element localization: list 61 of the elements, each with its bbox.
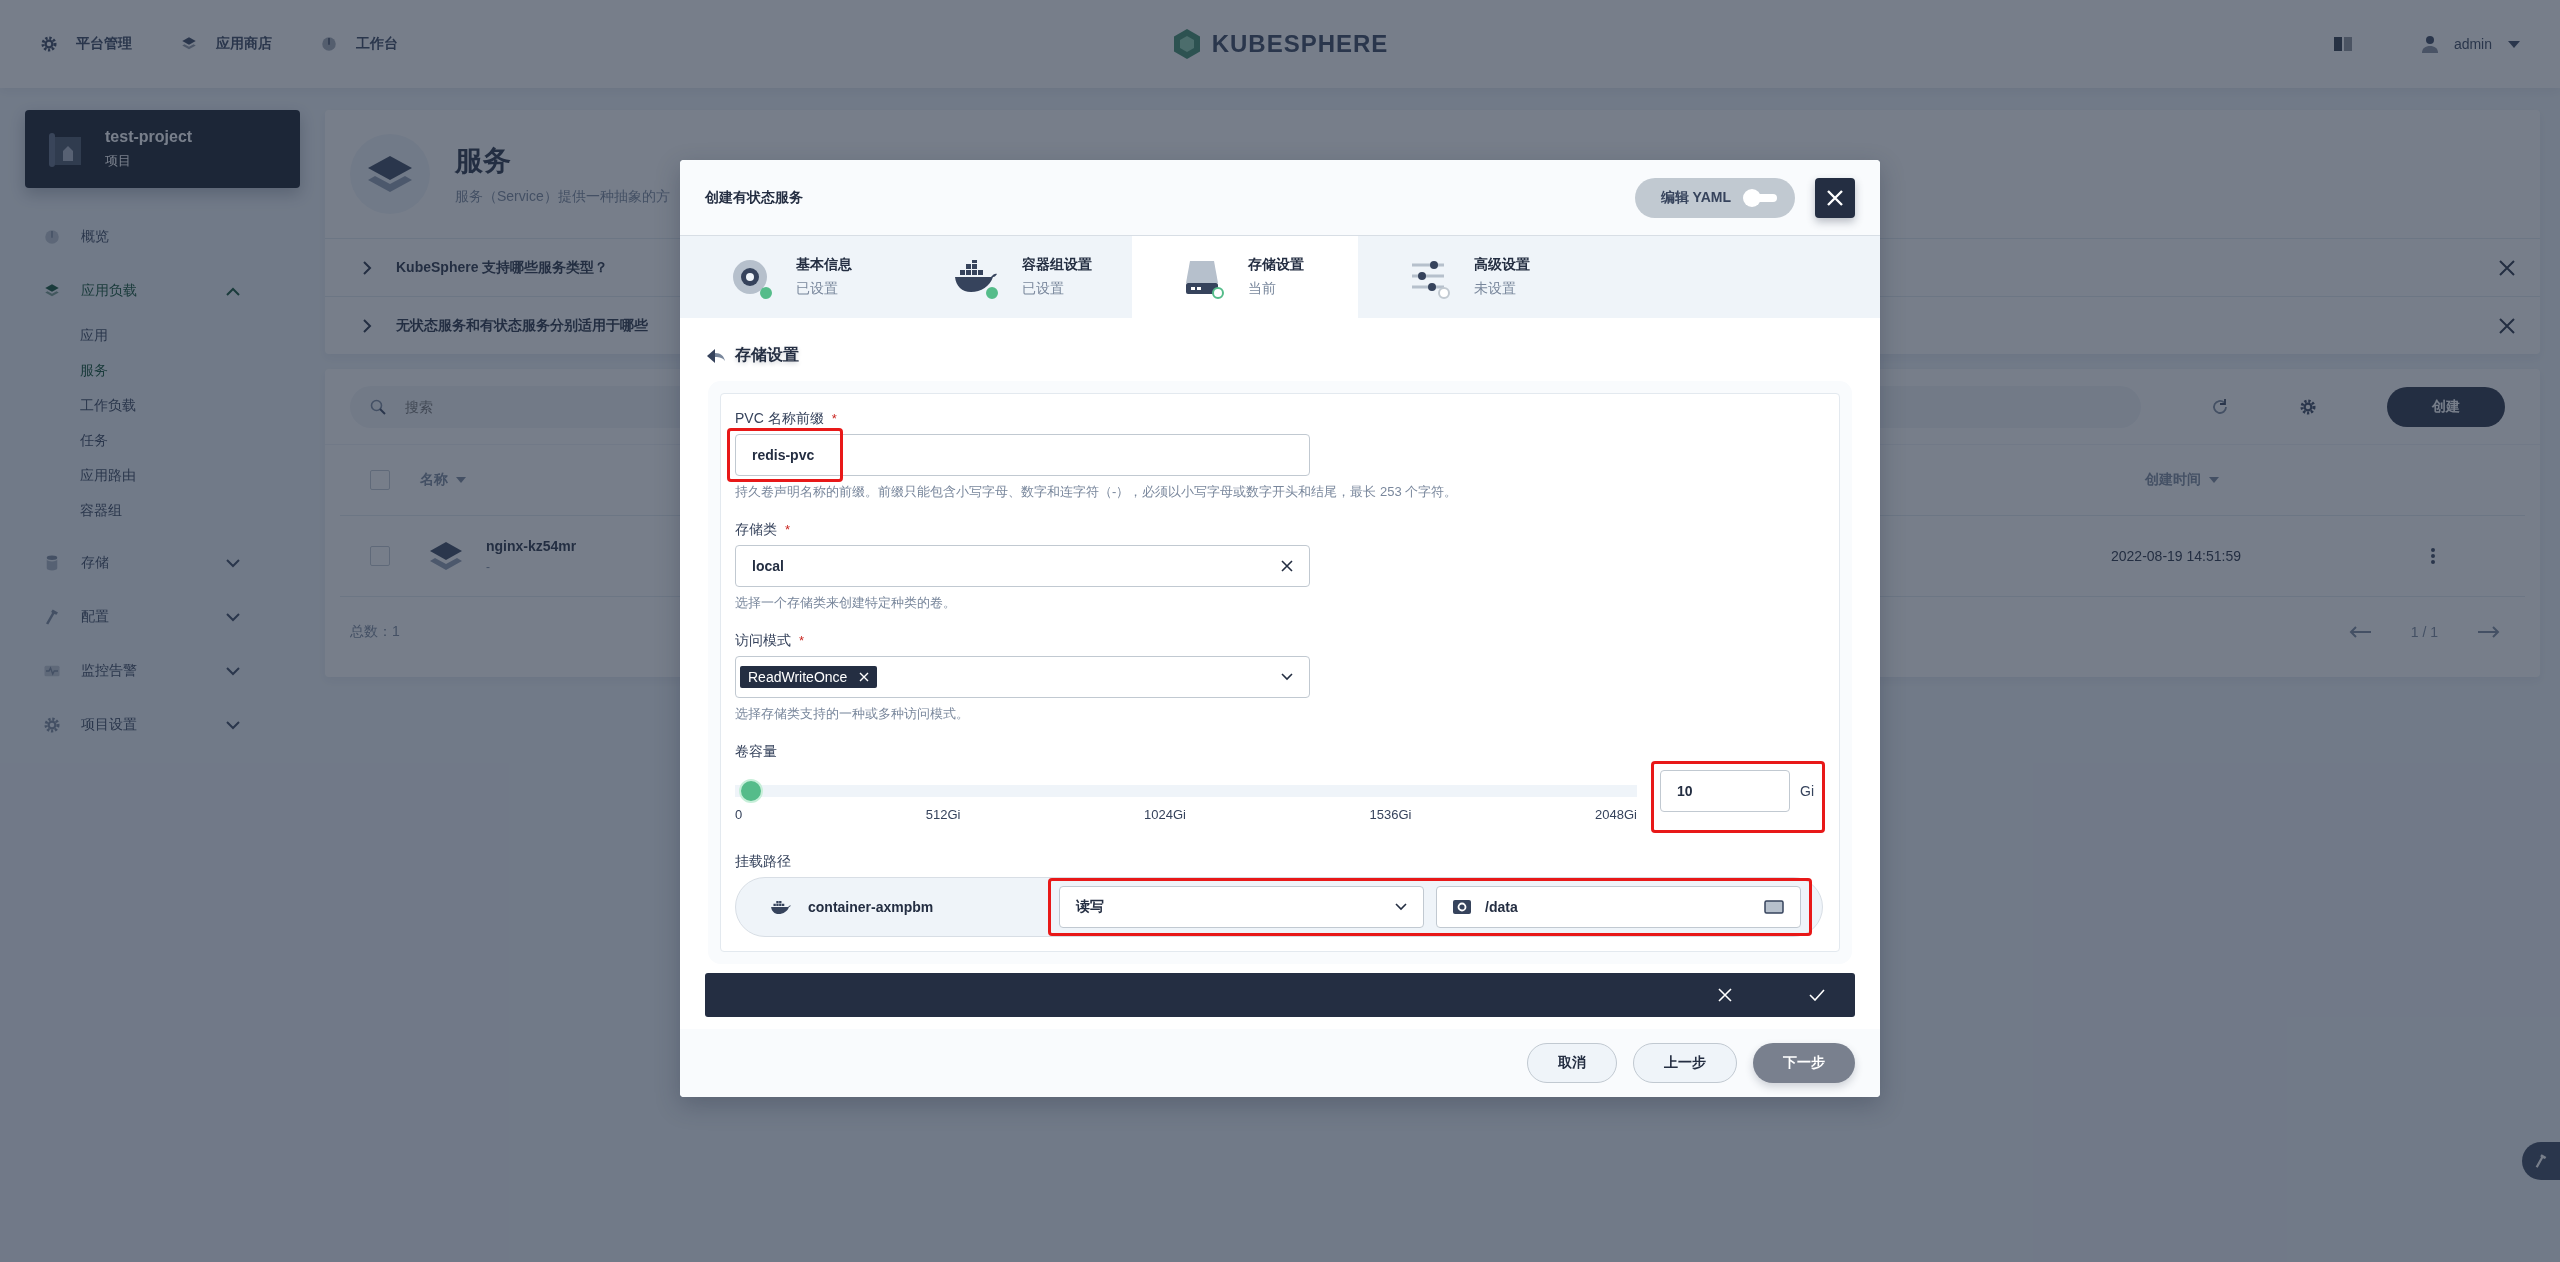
step-tab[interactable]: 高级设置 未设置 bbox=[1358, 236, 1584, 318]
section-title: 存储设置 bbox=[735, 345, 799, 365]
container-name: container-axmpbm bbox=[808, 899, 935, 915]
top-nav-link[interactable]: 平台管理 bbox=[40, 35, 132, 53]
field-hint: 持久卷声明名称的前缀。前缀只能包含小写字母、数字和连字符（-），必须以小写字母或数字开头和结尾，最长 253 个字符。 bbox=[735, 483, 1459, 501]
page-title: 服务 bbox=[455, 144, 512, 178]
top-nav-link[interactable]: 应用商店 bbox=[180, 35, 272, 53]
slider-tick-label: 1536Gi bbox=[1369, 807, 1412, 822]
sidebar-item[interactable]: 项目设置 bbox=[25, 698, 300, 752]
sidebar-subitem[interactable]: 服务 bbox=[80, 353, 300, 388]
input-field[interactable]: redis-pvc bbox=[735, 434, 1310, 476]
field-label: 存储类 bbox=[735, 521, 777, 539]
required-mark: * bbox=[785, 522, 791, 537]
faq-question: 无状态服务和有状态服务分别适用于哪些 bbox=[396, 316, 648, 335]
logo-wordmark: KUBESPHERE bbox=[1211, 30, 1389, 58]
sidebar-subitem[interactable]: 容器组 bbox=[80, 493, 300, 528]
select-field[interactable]: local bbox=[735, 545, 1310, 587]
slider-tick-label: 2048Gi bbox=[1595, 807, 1637, 822]
step-tab[interactable]: 存储设置 当前 bbox=[1132, 236, 1358, 318]
sidebar-item[interactable]: 概览 bbox=[25, 210, 300, 264]
sidebar-item[interactable]: 应用负载 bbox=[25, 264, 300, 318]
slider-tick-label: 0 bbox=[735, 807, 743, 822]
field-label: 卷容量 bbox=[735, 743, 777, 761]
project-type: 项目 bbox=[105, 152, 132, 170]
slider-tick-label: 512Gi bbox=[925, 807, 961, 822]
footer-button[interactable]: 取消 bbox=[1527, 1043, 1617, 1083]
required-mark: * bbox=[831, 411, 837, 426]
input-field[interactable]: /data bbox=[1436, 886, 1801, 928]
select-field[interactable]: 读写 bbox=[1059, 886, 1424, 928]
sidebar-item[interactable]: 存储 bbox=[25, 536, 300, 590]
required-mark: * bbox=[799, 633, 805, 648]
yaml-toggle[interactable]: 编辑 YAML bbox=[1634, 177, 1795, 218]
footer-button[interactable]: 上一步 bbox=[1633, 1043, 1737, 1083]
service-name[interactable]: nginx-kz54mr bbox=[486, 538, 577, 554]
create-button[interactable]: 创建 bbox=[2387, 386, 2505, 427]
field-hint: 选择存储类支持的一种或多种访问模式。 bbox=[735, 705, 970, 723]
user-menu[interactable]: admin bbox=[2421, 35, 2520, 53]
modal-title: 创建有状态服务 bbox=[705, 188, 804, 207]
tag: ReadWriteOnce bbox=[740, 666, 878, 688]
step-tab[interactable]: 基本信息 已设置 bbox=[680, 236, 906, 318]
multi-select-field[interactable]: ReadWriteOnce bbox=[735, 656, 1310, 698]
field-label: PVC 名称前缀 bbox=[735, 410, 824, 428]
project-card[interactable]: test-project 项目 bbox=[25, 110, 300, 188]
field-label: 访问模式 bbox=[735, 632, 791, 650]
slider-tick-label: 1024Gi bbox=[1144, 807, 1186, 822]
step-tab[interactable]: 容器组设置 已设置 bbox=[906, 236, 1132, 318]
table-cell-text: 2022-08-19 14:51:59 bbox=[2111, 548, 2242, 564]
input-field[interactable]: 10 bbox=[1660, 770, 1790, 812]
sidebar-subitem[interactable]: 工作负载 bbox=[80, 388, 300, 423]
field-label: 挂载路径 bbox=[735, 853, 791, 871]
field-hint: 选择一个存储类来创建特定种类的卷。 bbox=[735, 594, 957, 612]
sidebar-item[interactable]: 配置 bbox=[25, 590, 300, 644]
faq-question: KubeSphere 支持哪些服务类型？ bbox=[396, 258, 609, 277]
service-description: - bbox=[486, 560, 491, 574]
sidebar-item[interactable]: 监控告警 bbox=[25, 644, 300, 698]
top-nav-link[interactable]: 工作台 bbox=[320, 35, 398, 53]
sidebar-subitem[interactable]: 应用路由 bbox=[80, 458, 300, 493]
sidebar-subitem[interactable]: 应用 bbox=[80, 318, 300, 353]
sidebar-subitem[interactable]: 任务 bbox=[80, 423, 300, 458]
unit-label: Gi bbox=[1800, 783, 1814, 799]
project-name: test-project bbox=[105, 128, 193, 146]
